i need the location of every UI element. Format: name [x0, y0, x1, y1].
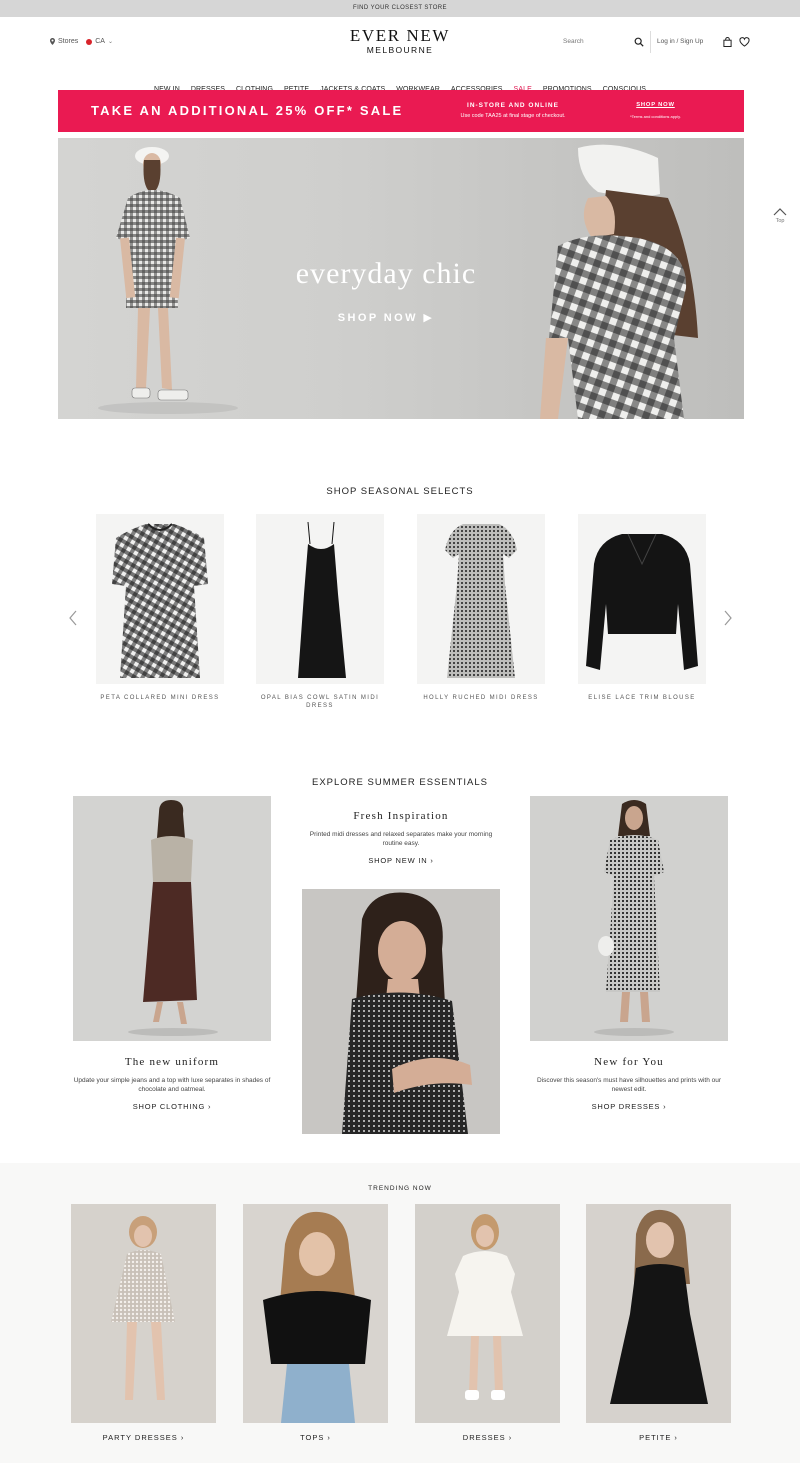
- promo-channel: IN-STORE AND ONLINE: [467, 102, 559, 109]
- chevron-down-icon: ⌄: [107, 39, 113, 45]
- back-to-top-label: Top: [775, 218, 785, 224]
- stores-label: Stores: [58, 38, 79, 45]
- stores-link[interactable]: Stores: [50, 38, 78, 45]
- promo-cta-block: SHOP NOW *Terms and conditions apply.: [618, 101, 693, 121]
- hero-shop-now-button[interactable]: SHOP NOW ▶: [298, 311, 474, 325]
- product-card[interactable]: ELISE LACE TRIM BLOUSE: [578, 514, 706, 702]
- header-divider: [650, 31, 651, 53]
- trending-label[interactable]: PARTY DRESSES ›: [71, 1433, 216, 1443]
- trending-image: [415, 1204, 560, 1423]
- shop-clothing-link[interactable]: SHOP CLOTHING ›: [73, 1102, 271, 1112]
- logo-subline: MELBOURNE: [366, 45, 434, 55]
- promo-terms: *Terms and conditions apply.: [630, 114, 681, 119]
- seasonal-section-title: SHOP SEASONAL SELECTS: [326, 486, 474, 497]
- brand-logo[interactable]: EVER NEW MELBOURNE: [300, 27, 500, 56]
- promo-details: IN-STORE AND ONLINE Use code TAA25 at fi…: [443, 101, 583, 121]
- hero-title: everyday chic: [295, 257, 477, 290]
- feature-description: Discover this season's must have silhoue…: [536, 1077, 722, 1093]
- back-to-top-button[interactable]: Top: [771, 208, 789, 224]
- feature-image-new-for-you[interactable]: [530, 796, 728, 1041]
- feature-image-fresh-inspiration[interactable]: [302, 889, 500, 1134]
- trending-section-title: TRENDING NOW: [368, 1185, 432, 1192]
- promo-headline: TAKE AN ADDITIONAL 25% OFF* SALE: [91, 103, 404, 118]
- product-card[interactable]: HOLLY RUCHED MIDI DRESS: [417, 514, 545, 702]
- hero-banner[interactable]: everyday chic SHOP NOW ▶: [58, 138, 744, 419]
- sale-promo-banner[interactable]: TAKE AN ADDITIONAL 25% OFF* SALE IN-STOR…: [58, 90, 744, 132]
- feature-heading: New for You: [594, 1056, 664, 1068]
- carousel-prev-arrow-icon[interactable]: [68, 610, 78, 626]
- feature-description: Printed midi dresses and relaxed separat…: [309, 831, 493, 847]
- canada-flag-icon: [86, 38, 93, 45]
- shop-dresses-link[interactable]: SHOP DRESSES ›: [530, 1102, 728, 1112]
- store-locator-bar[interactable]: FIND YOUR CLOSEST STORE: [0, 0, 800, 17]
- header-left: Stores CA ⌄: [50, 38, 113, 45]
- product-name[interactable]: HOLLY RUCHED MIDI DRESS: [417, 694, 545, 702]
- wishlist-heart-icon[interactable]: [739, 37, 750, 47]
- header-right: Search Log in / Sign Up: [563, 31, 763, 53]
- site-header: Stores CA ⌄ EVER NEW MELBOURNE Search Lo…: [0, 17, 800, 93]
- product-card[interactable]: PETA COLLARED MINI DRESS: [96, 514, 224, 702]
- search-icon[interactable]: [634, 37, 644, 47]
- trending-label[interactable]: TOPS ›: [243, 1433, 388, 1443]
- trending-image: [243, 1204, 388, 1423]
- product-image: [417, 514, 545, 684]
- promo-shop-now-link[interactable]: SHOP NOW: [618, 101, 693, 110]
- trending-image: [586, 1204, 731, 1423]
- search-placeholder: Search: [563, 38, 584, 45]
- product-name[interactable]: OPAL BIAS COWL SATIN MIDI DRESS: [256, 694, 384, 710]
- country-label: CA: [95, 38, 105, 45]
- store-locator-link[interactable]: FIND YOUR CLOSEST STORE: [353, 5, 447, 11]
- product-image: [578, 514, 706, 684]
- product-image: [256, 514, 384, 684]
- feature-heading: The new uniform: [124, 1056, 220, 1068]
- shop-new-in-link[interactable]: SHOP NEW IN ›: [302, 856, 500, 866]
- trending-label[interactable]: DRESSES ›: [415, 1433, 560, 1443]
- product-image: [96, 514, 224, 684]
- trending-card-dresses[interactable]: DRESSES ›: [415, 1204, 560, 1443]
- country-selector[interactable]: CA ⌄: [86, 38, 113, 45]
- shopping-bag-icon[interactable]: [723, 37, 732, 47]
- location-pin-icon: [50, 38, 55, 45]
- carousel-next-arrow-icon[interactable]: [723, 610, 733, 626]
- feature-image-new-uniform[interactable]: [73, 796, 271, 1041]
- feature-new-uniform: The new uniform Update your simple jeans…: [73, 1055, 271, 1112]
- search-input[interactable]: Search: [563, 35, 645, 49]
- essentials-section-title: EXPLORE SUMMER ESSENTIALS: [312, 777, 488, 788]
- trending-card-petite[interactable]: PETITE ›: [586, 1204, 731, 1443]
- product-card[interactable]: OPAL BIAS COWL SATIN MIDI DRESS: [256, 514, 384, 710]
- feature-fresh-inspiration: Fresh Inspiration Printed midi dresses a…: [302, 809, 500, 866]
- trending-image: [71, 1204, 216, 1423]
- product-name[interactable]: ELISE LACE TRIM BLOUSE: [578, 694, 706, 702]
- trending-card-party-dresses[interactable]: PARTY DRESSES ›: [71, 1204, 216, 1443]
- trending-card-tops[interactable]: TOPS ›: [243, 1204, 388, 1443]
- feature-description: Update your simple jeans and a top with …: [73, 1077, 271, 1093]
- login-link[interactable]: Log in / Sign Up: [657, 35, 703, 49]
- product-name[interactable]: PETA COLLARED MINI DRESS: [96, 694, 224, 702]
- trending-label[interactable]: PETITE ›: [586, 1433, 731, 1443]
- feature-heading: Fresh Inspiration: [353, 810, 449, 822]
- logo-wordmark: EVER NEW: [349, 26, 451, 45]
- promo-code-text: Use code TAA25 at final stage of checkou…: [460, 113, 566, 119]
- chevron-up-icon: [773, 208, 787, 216]
- feature-new-for-you: New for You Discover this season's must …: [530, 1055, 728, 1112]
